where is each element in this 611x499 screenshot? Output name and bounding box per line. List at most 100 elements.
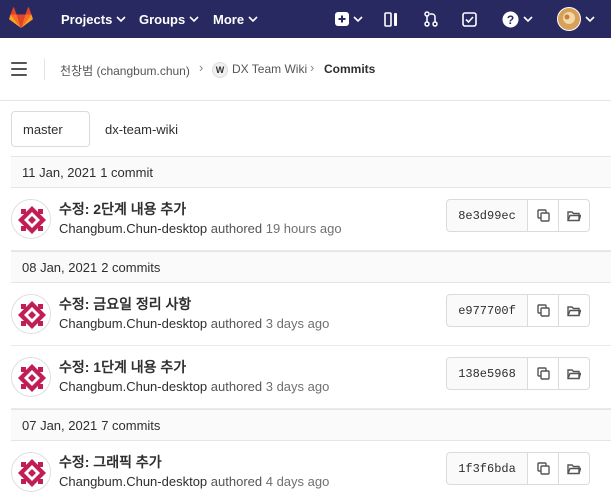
chevron-down-icon bbox=[189, 15, 199, 22]
breadcrumb-user[interactable]: 천창범 (changbum.chun) bbox=[60, 62, 190, 79]
repo-path[interactable]: dx-team-wiki bbox=[105, 122, 178, 137]
commit-author[interactable]: Changbum.Chun-desktop bbox=[59, 379, 207, 394]
day-commit-count: 7 commits bbox=[101, 417, 161, 433]
commit-row: 수정: 2단계 내용 추가 Changbum.Chun-desktop auth… bbox=[11, 188, 611, 251]
chevron-right-icon: › bbox=[199, 60, 204, 75]
merge-requests-shortcut[interactable] bbox=[421, 0, 441, 38]
day-commit-count: 2 commits bbox=[101, 259, 161, 275]
commit-meta: Changbum.Chun-desktop authored 19 hours … bbox=[59, 221, 342, 236]
copy-icon bbox=[536, 304, 550, 317]
top-navbar: Projects Groups More ? bbox=[0, 0, 611, 38]
chevron-down-icon bbox=[248, 15, 258, 22]
commit-title[interactable]: 수정: 그래픽 추가 bbox=[59, 452, 162, 472]
author-avatar[interactable] bbox=[11, 452, 51, 492]
nav-projects[interactable]: Projects bbox=[61, 0, 126, 38]
nav-more-label: More bbox=[213, 11, 245, 27]
folder-open-icon bbox=[567, 210, 581, 221]
branch-selector[interactable]: master bbox=[11, 111, 90, 147]
commit-author[interactable]: Changbum.Chun-desktop bbox=[59, 221, 207, 236]
chevron-down-icon bbox=[585, 15, 595, 22]
identicon-icon bbox=[12, 453, 50, 491]
folder-open-icon bbox=[567, 305, 581, 316]
chevron-down-icon bbox=[353, 15, 363, 22]
commit-time: 19 hours ago bbox=[265, 221, 342, 236]
day-date: 08 Jan, 2021 bbox=[22, 259, 98, 275]
commit-title[interactable]: 수정: 1단계 내용 추가 bbox=[59, 357, 186, 377]
authored-label: authored bbox=[210, 379, 263, 394]
commit-meta: Changbum.Chun-desktop authored 4 days ag… bbox=[59, 474, 329, 489]
commit-title[interactable]: 수정: 금요일 정리 사항 bbox=[59, 294, 191, 314]
commit-actions: 138e5968 bbox=[446, 357, 590, 390]
plus-square-icon bbox=[335, 12, 349, 26]
day-commit-count: 1 commit bbox=[100, 164, 153, 180]
commit-actions: 1f3f6bda bbox=[446, 452, 590, 485]
folder-open-icon bbox=[567, 368, 581, 379]
help-dropdown[interactable]: ? bbox=[498, 0, 536, 38]
copy-sha-button[interactable] bbox=[528, 199, 559, 232]
todos-shortcut[interactable] bbox=[459, 0, 479, 38]
browse-files-button[interactable] bbox=[559, 357, 590, 390]
folder-open-icon bbox=[567, 463, 581, 474]
commit-sha[interactable]: e977700f bbox=[446, 294, 528, 327]
day-header: 11 Jan, 2021 1 commit bbox=[11, 156, 611, 188]
copy-icon bbox=[536, 462, 550, 475]
identicon-icon bbox=[12, 358, 50, 396]
chevron-right-icon: › bbox=[310, 60, 315, 75]
commit-actions: e977700f bbox=[446, 294, 590, 327]
copy-sha-button[interactable] bbox=[528, 452, 559, 485]
merge-request-icon bbox=[424, 11, 438, 27]
author-avatar[interactable] bbox=[11, 199, 51, 239]
commit-meta: Changbum.Chun-desktop authored 3 days ag… bbox=[59, 316, 329, 331]
help-icon: ? bbox=[502, 11, 518, 27]
authored-label: authored bbox=[210, 316, 263, 331]
copy-icon bbox=[536, 209, 550, 222]
day-date: 11 Jan, 2021 bbox=[22, 164, 97, 180]
day-header: 08 Jan, 2021 2 commits bbox=[11, 251, 611, 283]
new-item-dropdown[interactable] bbox=[333, 0, 365, 38]
commit-sha[interactable]: 1f3f6bda bbox=[446, 452, 528, 485]
breadcrumb-bar: 천창범 (changbum.chun) › › DX Team Wiki Com… bbox=[0, 38, 611, 101]
commit-row: 수정: 금요일 정리 사항 Changbum.Chun-desktop auth… bbox=[11, 283, 611, 346]
commit-meta: Changbum.Chun-desktop authored 3 days ag… bbox=[59, 379, 329, 394]
commit-author[interactable]: Changbum.Chun-desktop bbox=[59, 474, 207, 489]
commit-row: 수정: 1단계 내용 추가 Changbum.Chun-desktop auth… bbox=[11, 346, 611, 409]
chevron-down-icon bbox=[522, 15, 533, 22]
commit-title[interactable]: 수정: 2단계 내용 추가 bbox=[59, 199, 186, 219]
browse-files-button[interactable] bbox=[559, 452, 590, 485]
nav-groups[interactable]: Groups bbox=[139, 0, 199, 38]
commit-author[interactable]: Changbum.Chun-desktop bbox=[59, 316, 207, 331]
identicon-icon bbox=[12, 200, 50, 238]
breadcrumb-project[interactable]: DX Team Wiki bbox=[232, 62, 307, 76]
nav-projects-label: Projects bbox=[61, 11, 113, 27]
commit-time: 4 days ago bbox=[265, 474, 330, 489]
commit-sha[interactable]: 8e3d99ec bbox=[446, 199, 528, 232]
svg-text:?: ? bbox=[506, 13, 513, 27]
divider bbox=[44, 58, 45, 80]
commit-time: 3 days ago bbox=[265, 316, 330, 331]
sidebar-toggle-icon[interactable] bbox=[11, 62, 27, 76]
issues-shortcut[interactable] bbox=[381, 0, 401, 38]
day-header: 07 Jan, 2021 7 commits bbox=[11, 409, 611, 441]
user-menu[interactable] bbox=[553, 0, 599, 38]
breadcrumb-current[interactable]: Commits bbox=[324, 62, 375, 76]
commit-row: 수정: 그래픽 추가 Changbum.Chun-desktop authore… bbox=[11, 441, 611, 499]
author-avatar[interactable] bbox=[11, 357, 51, 397]
copy-sha-button[interactable] bbox=[528, 357, 559, 390]
author-avatar[interactable] bbox=[11, 294, 51, 334]
authored-label: authored bbox=[210, 474, 263, 489]
commit-actions: 8e3d99ec bbox=[446, 199, 590, 232]
nav-groups-label: Groups bbox=[139, 11, 186, 27]
commit-time: 3 days ago bbox=[265, 379, 330, 394]
project-avatar: W bbox=[212, 62, 228, 78]
gitlab-logo-icon[interactable] bbox=[9, 7, 33, 29]
copy-sha-button[interactable] bbox=[528, 294, 559, 327]
issues-icon bbox=[384, 11, 397, 27]
authored-label: authored bbox=[210, 221, 263, 236]
chevron-down-icon bbox=[116, 15, 126, 22]
browse-files-button[interactable] bbox=[559, 199, 590, 232]
commit-sha[interactable]: 138e5968 bbox=[446, 357, 528, 390]
identicon-icon bbox=[12, 295, 50, 333]
nav-more[interactable]: More bbox=[213, 0, 258, 38]
copy-icon bbox=[536, 367, 550, 380]
browse-files-button[interactable] bbox=[559, 294, 590, 327]
